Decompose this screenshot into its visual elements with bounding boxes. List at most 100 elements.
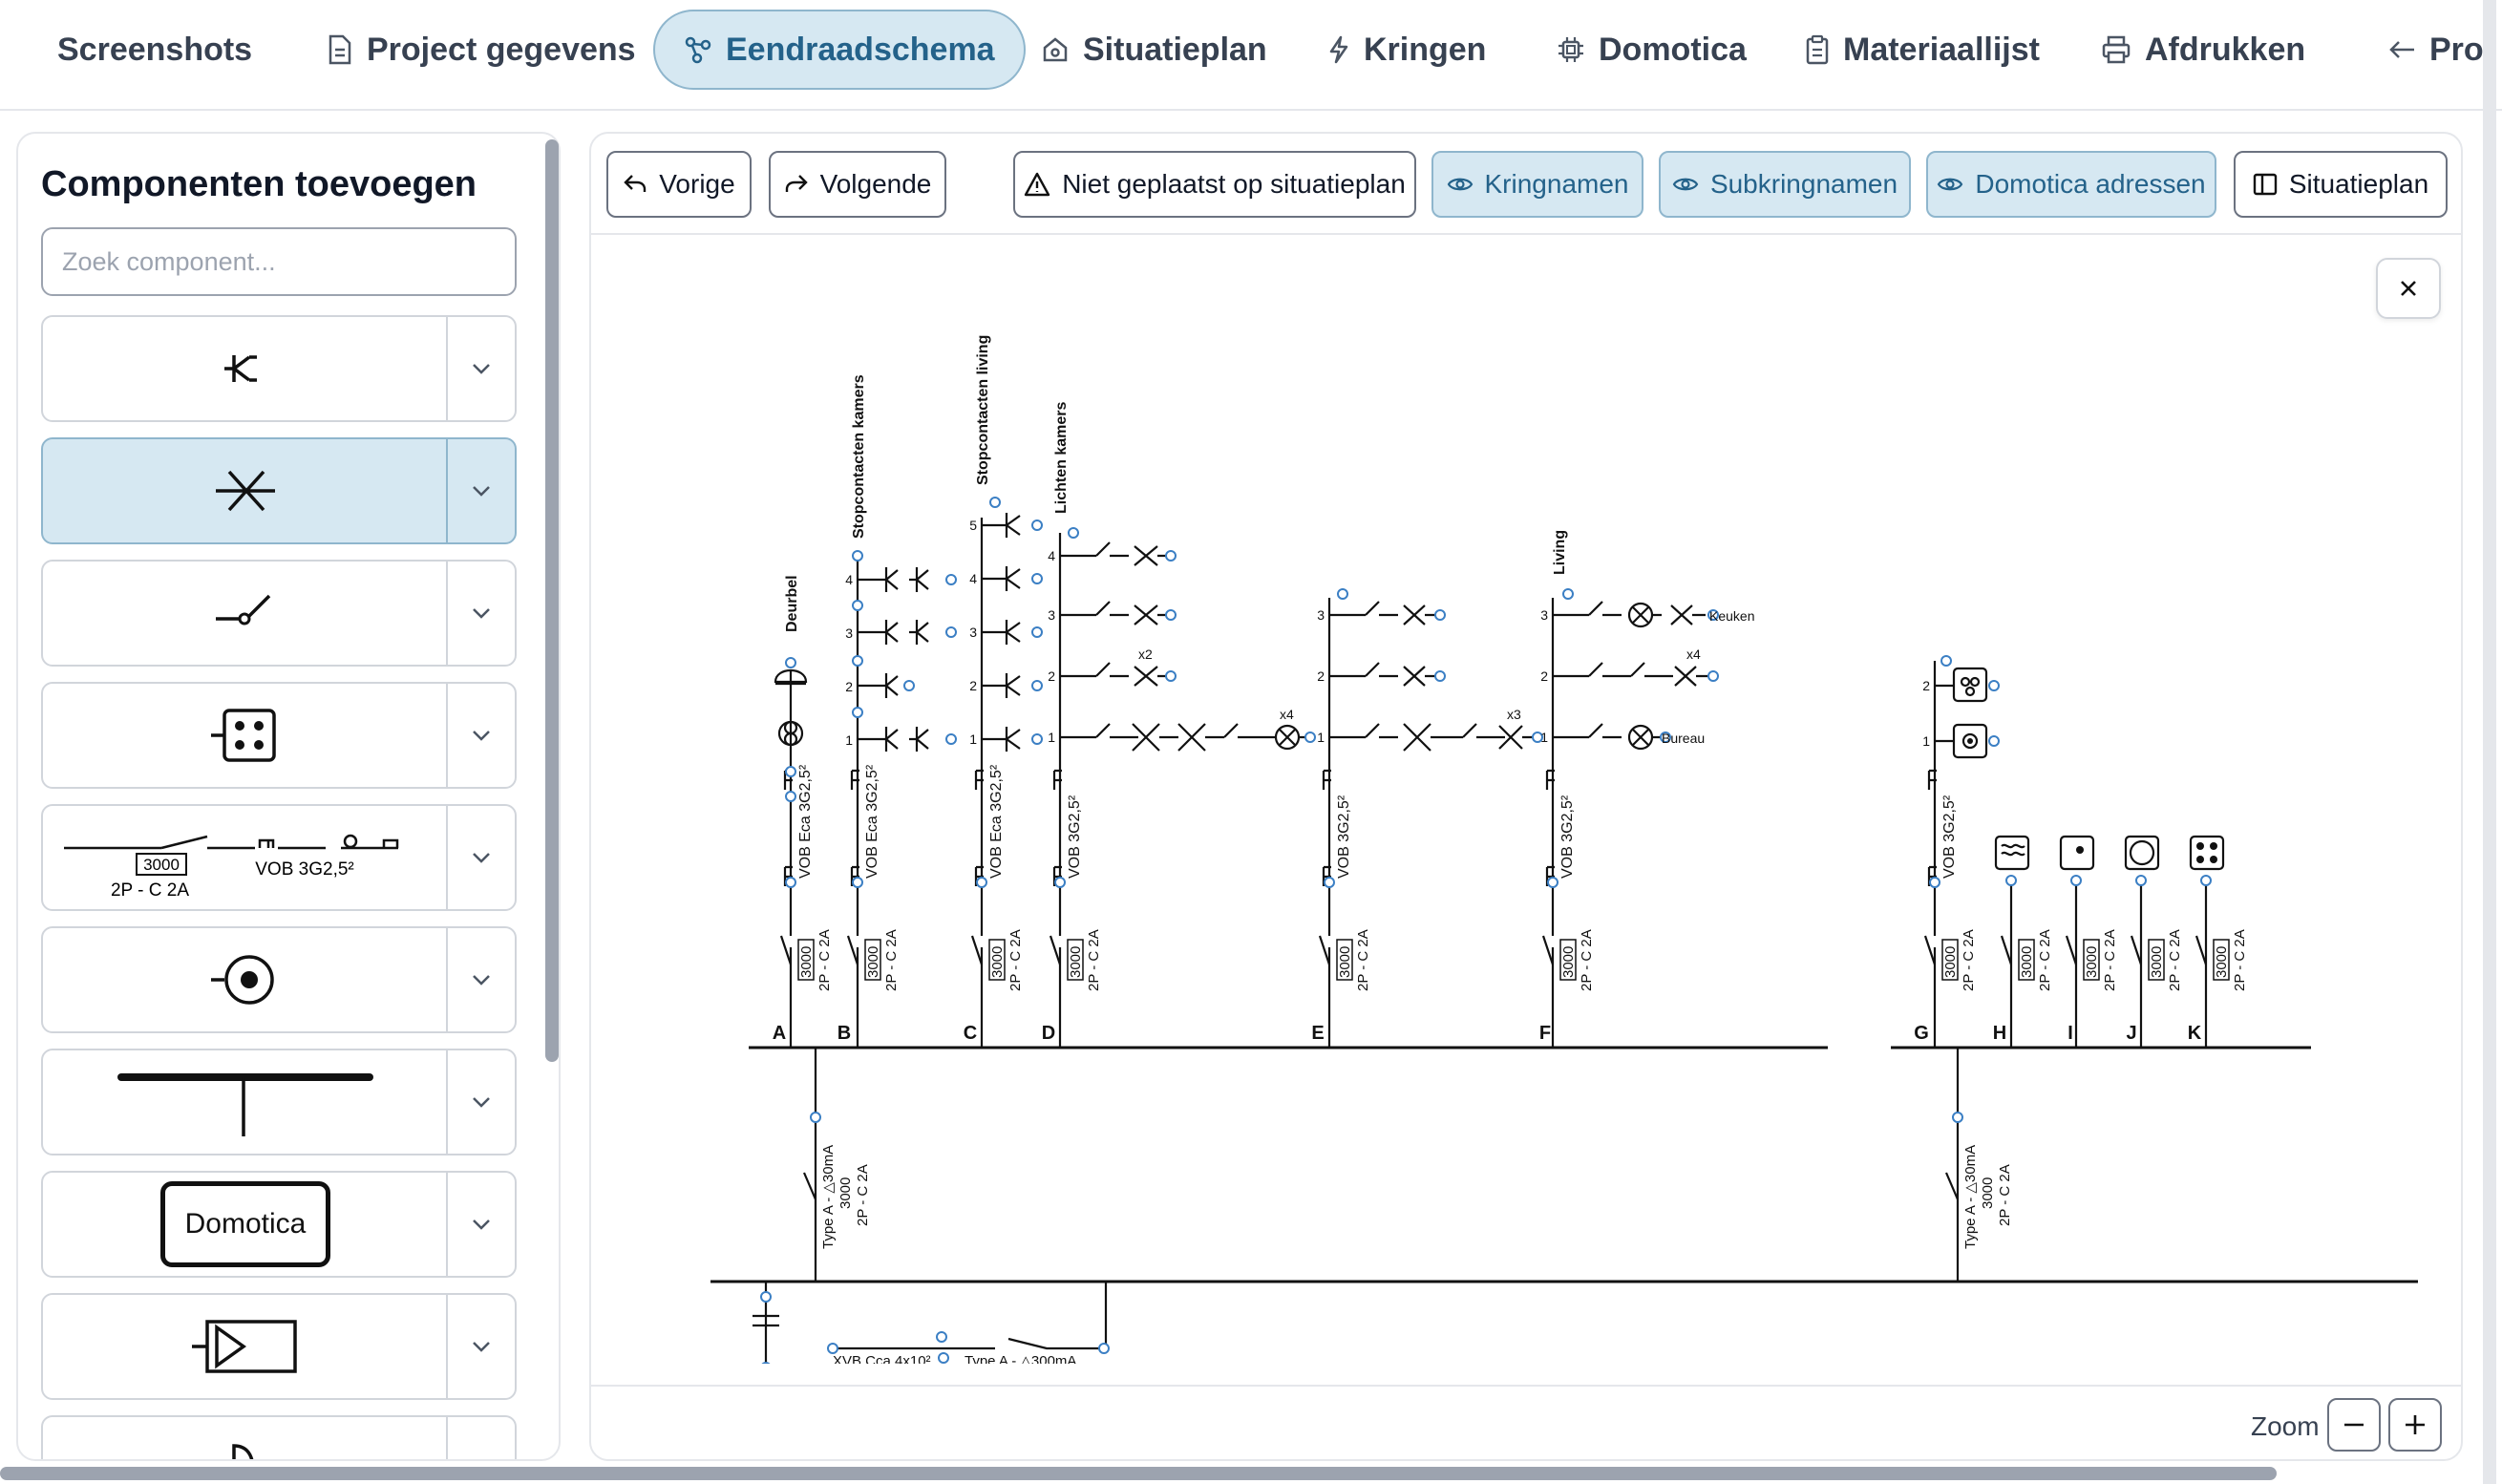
component-bell[interactable] [41, 1415, 517, 1459]
rating-label: 3000 [1068, 946, 1084, 978]
component-lamp[interactable] [41, 437, 517, 544]
situatieplan-button[interactable]: Situatieplan [2234, 151, 2448, 218]
situatieplan-label: Situatieplan [2288, 169, 2429, 199]
subcircuit-number: 5 [969, 518, 977, 533]
tab-project-gegevens[interactable]: Project gegevens [298, 10, 665, 90]
redo-label: Volgende [819, 169, 932, 199]
page-vertical-scrollbar[interactable] [2483, 0, 2496, 1484]
rating-label: 3000 [989, 946, 1006, 978]
circuit-letter: A [773, 1023, 786, 1044]
schema-canvas[interactable]: Deurbel Stopcontacten kamers Stopcontact… [591, 237, 2461, 1364]
tab-kringen[interactable]: Kringen [1299, 10, 1515, 90]
minus-icon [2344, 1423, 2364, 1427]
component-domotica[interactable]: Domotica [41, 1171, 517, 1278]
subcircuit-number: 3 [969, 625, 977, 640]
subcircuit-number: 1 [845, 732, 853, 748]
subcircuit-number: 4 [969, 571, 977, 586]
chevron-down-icon[interactable] [446, 928, 515, 1031]
component-transformer[interactable] [41, 1293, 517, 1400]
chevron-down-icon[interactable] [446, 1417, 515, 1459]
component-socket[interactable] [41, 315, 517, 422]
toggle-subkringnamen[interactable]: Subkringnamen [1659, 151, 1911, 218]
subcircuit-number: 1 [969, 731, 977, 747]
zoom-out-button[interactable] [2327, 1398, 2381, 1452]
component-switch[interactable] [41, 560, 517, 667]
rating-label: 3000 [1560, 946, 1577, 978]
tab-situatieplan[interactable]: Situatieplan [1012, 10, 1296, 90]
component-search-input[interactable] [41, 227, 517, 296]
chevron-down-icon[interactable] [446, 562, 515, 665]
room-label-bureau: Bureau [1662, 731, 1705, 746]
toggle-kringnamen[interactable]: Kringnamen [1431, 151, 1643, 218]
house-icon [1043, 37, 1068, 62]
tab-project[interactable]: Proj [2359, 10, 2502, 90]
component-bell-button[interactable] [41, 926, 517, 1033]
tab-domotica[interactable]: Domotica [1528, 10, 1775, 90]
eendraadschema-drawing[interactable]: Deurbel Stopcontacten kamers Stopcontact… [591, 237, 2461, 1364]
tab-eendraadschema[interactable]: Eendraadschema [653, 10, 1026, 90]
chevron-down-icon[interactable] [446, 684, 515, 787]
toggle-domotica-adressen[interactable]: Domotica adressen [1926, 151, 2216, 218]
redo-button[interactable]: Volgende [769, 151, 946, 218]
subcircuit-number: 3 [1048, 607, 1055, 623]
tab-label: Afdrukken [2145, 31, 2306, 68]
subcircuit-number: 1 [1540, 730, 1548, 745]
top-navigation: Screenshots Project gegevens Eendraadsch… [0, 0, 2502, 111]
switch-icon [43, 562, 448, 665]
component-circuit-preset[interactable]: 3000 2P - C 2A VOB 3G2,5² [41, 804, 517, 911]
circuit-letter: J [2126, 1023, 2136, 1044]
printer-icon [2102, 35, 2131, 64]
circuit-letter: H [1993, 1023, 2006, 1044]
multiplier-label: x3 [1507, 707, 1521, 722]
rating-label: 3000 [838, 1177, 854, 1209]
zoom-in-button[interactable] [2388, 1398, 2442, 1452]
close-icon [2401, 281, 2416, 296]
rating-label: 3000 [1337, 946, 1353, 978]
room-label-keuken: Keuken [1709, 608, 1754, 624]
cable-label: VOB Eca 3G2,5² [988, 764, 1005, 879]
not-placed-warning-button[interactable]: Niet geplaatst op situatieplan [1013, 151, 1416, 218]
component-busbar[interactable] [41, 1049, 517, 1155]
breaker-label: 2P - C 2A [1579, 929, 1595, 991]
chevron-down-icon[interactable] [446, 439, 515, 542]
subcircuit-number: 3 [845, 625, 853, 641]
warning-label: Niet geplaatst op situatieplan [1062, 169, 1406, 199]
breaker-label: 2P - C 2A [1086, 929, 1102, 991]
socket-icon [43, 317, 448, 420]
chevron-down-icon[interactable] [446, 1050, 515, 1154]
undo-label: Vorige [659, 169, 735, 199]
undo-icon [624, 175, 647, 192]
rating-label: 3000 [798, 946, 815, 978]
tab-label: Materiaallijst [1843, 31, 2040, 68]
components-sidebar: Componenten toevoegen Zoek component... … [16, 132, 561, 1461]
eye-icon [1938, 178, 1963, 191]
chevron-down-icon[interactable] [446, 1173, 515, 1276]
group-name-stopcontacten-living: Stopcontacten living [975, 335, 991, 485]
subcircuit-number: 2 [1922, 678, 1930, 693]
rating-label: 3000 [865, 946, 881, 978]
subcircuit-number: 2 [969, 678, 977, 693]
rating-label: 3000 [2084, 946, 2100, 978]
cable-label: VOB Eca 3G2,5² [864, 764, 880, 879]
chevron-down-icon[interactable] [446, 1295, 515, 1398]
component-domotica-module[interactable] [41, 682, 517, 789]
lamp-cross-icon [43, 439, 448, 542]
subcircuit-number: 2 [1317, 668, 1325, 684]
toggle-label: Domotica adressen [1975, 169, 2206, 199]
circuit-letter: C [964, 1023, 977, 1044]
domotica-box: Domotica [43, 1173, 448, 1276]
tab-materiaallijst[interactable]: Materiaallijst [1776, 10, 2068, 90]
chevron-down-icon[interactable] [446, 317, 515, 420]
tab-screenshots[interactable]: Screenshots [29, 10, 281, 90]
clipboard-icon [1806, 34, 1829, 65]
rating-label: 3000 [1942, 946, 1959, 978]
breaker-label: 2P - C 2A [2232, 929, 2248, 991]
circuit-letter: D [1042, 1023, 1055, 1044]
close-button[interactable] [2376, 258, 2441, 319]
tab-afdrukken[interactable]: Afdrukken [2072, 10, 2334, 90]
chevron-down-icon[interactable] [446, 806, 515, 909]
page-horizontal-scrollbar[interactable] [0, 1467, 2277, 1480]
sidebar-scrollbar[interactable] [545, 139, 559, 1062]
cpu-chip-icon [1558, 37, 1583, 62]
undo-button[interactable]: Vorige [606, 151, 752, 218]
